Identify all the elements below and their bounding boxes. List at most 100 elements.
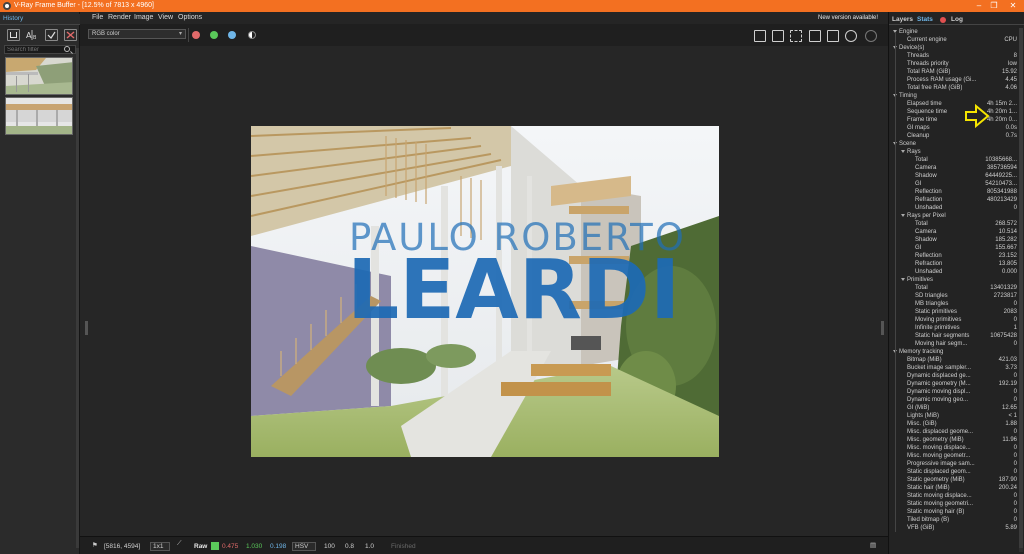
stats-value: 4.45 bbox=[1005, 77, 1017, 83]
history-delete-icon[interactable] bbox=[64, 29, 77, 41]
stats-label: Moving hair segm... bbox=[915, 341, 968, 347]
stats-row: Static geometry (MiB) 187.90 bbox=[889, 476, 1017, 484]
stats-value: 11.96 bbox=[1002, 437, 1017, 443]
stats-value: 0 bbox=[1013, 501, 1017, 507]
track-mouse-icon[interactable] bbox=[809, 30, 821, 42]
region-render-icon[interactable] bbox=[790, 30, 802, 42]
zoom-select[interactable]: 1x1 bbox=[153, 543, 163, 550]
stats-row: Cleanup 0.7s bbox=[889, 132, 1017, 140]
stats-label: Dynamic geometry (M... bbox=[907, 381, 971, 387]
red-channel-button[interactable] bbox=[192, 31, 200, 39]
stats-row[interactable]: Rays per Pixel bbox=[889, 212, 1017, 220]
blue-channel-button[interactable] bbox=[228, 31, 236, 39]
stats-row[interactable]: Rays bbox=[889, 148, 1017, 156]
menu-options[interactable]: Options bbox=[178, 14, 202, 21]
history-scrollbar[interactable] bbox=[76, 48, 79, 548]
stats-value: 0 bbox=[1013, 397, 1017, 403]
stats-value: 8 bbox=[1013, 53, 1017, 59]
stats-label: Memory tracking bbox=[899, 349, 944, 355]
stats-label: Camera bbox=[915, 165, 937, 171]
tab-history[interactable]: History bbox=[3, 15, 23, 22]
green-channel-button[interactable] bbox=[210, 31, 218, 39]
menu-view[interactable]: View bbox=[158, 14, 173, 21]
menu-image[interactable]: Image bbox=[134, 14, 153, 21]
stats-row[interactable]: Engine bbox=[889, 28, 1017, 36]
stats-row: Misc. geometry (MiB) 11.96 bbox=[889, 436, 1017, 444]
stats-row: Reflection 805341988 bbox=[889, 188, 1017, 196]
stats-value: 5.89 bbox=[1005, 525, 1017, 531]
stats-value: 2083 bbox=[1003, 309, 1017, 315]
stats-value: 0 bbox=[1013, 373, 1017, 379]
close-button[interactable]: ✕ bbox=[1006, 0, 1020, 12]
stats-row: Dynamic geometry (M... 192.19 bbox=[889, 380, 1017, 388]
stats-label: Dynamic displaced ge... bbox=[907, 373, 971, 379]
clear-image-icon[interactable] bbox=[772, 30, 784, 42]
stats-row: Reflection 23.152 bbox=[889, 252, 1017, 260]
stats-label: Lights (MiB) bbox=[907, 413, 940, 419]
stats-row: Current engine CPU bbox=[889, 36, 1017, 44]
tab-log[interactable]: Log bbox=[951, 16, 963, 23]
history-thumbnail[interactable] bbox=[5, 97, 73, 135]
chevron-down-icon: ▾ bbox=[178, 31, 182, 37]
stats-label: Static moving displace... bbox=[907, 493, 972, 499]
pin-icon[interactable]: ⚑ bbox=[92, 541, 98, 549]
stats-row[interactable]: Primitives bbox=[889, 276, 1017, 284]
stop-render-icon[interactable] bbox=[865, 30, 877, 42]
render-teapot-icon[interactable] bbox=[845, 30, 857, 42]
stats-row[interactable]: Device(s) bbox=[889, 44, 1017, 52]
menu-file[interactable]: File bbox=[92, 14, 103, 21]
stats-row: Misc. (GiB) 1.88 bbox=[889, 420, 1017, 428]
stats-label: MB triangles bbox=[915, 301, 949, 307]
mono-toggle-icon[interactable] bbox=[248, 31, 256, 39]
svg-text:B: B bbox=[33, 35, 37, 41]
channel-select[interactable]: RGB color ▾ bbox=[88, 29, 186, 39]
stats-scrollbar[interactable] bbox=[1019, 28, 1023, 552]
stats-row: VFB (GiB) 5.89 bbox=[889, 524, 1017, 532]
stats-row[interactable]: Memory tracking bbox=[889, 348, 1017, 356]
stats-label: Refraction bbox=[915, 261, 943, 267]
console-icon[interactable]: ▤ bbox=[870, 541, 876, 549]
status-bar: ⚑ [5816, 4594] 1x1 ⟋ Raw 0.475 1.030 0.1… bbox=[80, 536, 888, 554]
stats-label: Static primitives bbox=[915, 309, 958, 315]
new-version-notice[interactable]: New version available! bbox=[818, 15, 878, 21]
stats-label: Static moving geometri... bbox=[907, 501, 974, 507]
stats-value: 0 bbox=[1013, 429, 1017, 435]
stats-row[interactable]: Scene bbox=[889, 140, 1017, 148]
stats-row[interactable]: Timing bbox=[889, 92, 1017, 100]
search-icon[interactable] bbox=[64, 46, 70, 52]
viewport-left-handle[interactable] bbox=[85, 321, 88, 335]
curve-icon[interactable]: ⟋ bbox=[177, 540, 182, 548]
expand-arrow-icon[interactable] bbox=[901, 150, 905, 153]
stats-label: Moving primitives bbox=[915, 317, 962, 323]
raw-label: Raw bbox=[194, 543, 208, 550]
pixel-red-value: 0.475 bbox=[222, 543, 239, 550]
pixel-green-value: 1.030 bbox=[246, 543, 263, 550]
tab-stats[interactable]: Stats bbox=[917, 16, 933, 23]
stats-label: GI (MiB) bbox=[907, 405, 930, 411]
expand-arrow-icon[interactable] bbox=[901, 214, 905, 217]
viewport-right-handle[interactable] bbox=[881, 321, 884, 335]
history-load-icon[interactable] bbox=[45, 29, 58, 41]
stats-label: Shadow bbox=[915, 173, 937, 179]
stats-row: Misc. moving displace... 0 bbox=[889, 444, 1017, 452]
stats-row: Tiled bitmap (B) 0 bbox=[889, 516, 1017, 524]
stats-row: Shadow 64449225... bbox=[889, 172, 1017, 180]
rendered-image: PAULO ROBERTO LEARDI bbox=[251, 126, 719, 457]
expand-arrow-icon[interactable] bbox=[901, 278, 905, 281]
minimize-button[interactable]: – bbox=[972, 0, 986, 12]
stats-value: 0 bbox=[1013, 493, 1017, 499]
history-save-icon[interactable] bbox=[7, 29, 20, 41]
menu-render[interactable]: Render bbox=[108, 14, 131, 21]
stats-row: Dynamic displaced ge... 0 bbox=[889, 372, 1017, 380]
stats-value: 3.73 bbox=[1005, 365, 1017, 371]
history-thumbnail[interactable] bbox=[5, 57, 73, 95]
copy-to-history-icon[interactable] bbox=[827, 30, 839, 42]
stats-label: Timing bbox=[899, 93, 917, 99]
tab-layers[interactable]: Layers bbox=[892, 16, 913, 23]
save-image-icon[interactable] bbox=[754, 30, 766, 42]
stats-row: Total 268.572 bbox=[889, 220, 1017, 228]
colorspace-select[interactable]: HSV bbox=[295, 543, 308, 550]
history-compare-icon[interactable]: AB bbox=[25, 29, 38, 41]
stats-value: 1 bbox=[1013, 325, 1017, 331]
maximize-button[interactable]: ❐ bbox=[987, 0, 1001, 12]
